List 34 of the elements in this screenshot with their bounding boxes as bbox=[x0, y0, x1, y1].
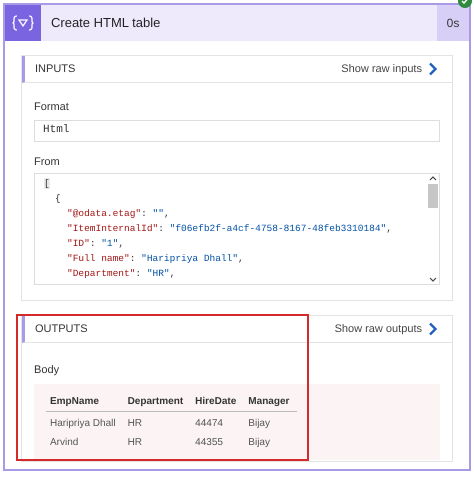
scroll-down-icon[interactable] bbox=[429, 277, 437, 282]
table-cell: 44474 bbox=[191, 411, 244, 430]
section-heading: INPUTS bbox=[35, 62, 76, 77]
code-line: "Full name": "Haripriya Dhall", bbox=[66, 252, 245, 266]
code-line: "@odata.etag": "", bbox=[66, 207, 171, 221]
column-header: Department bbox=[124, 394, 192, 411]
table-cell-text: Bijay bbox=[247, 436, 271, 450]
section-heading: OUTPUTS bbox=[35, 322, 88, 337]
format-field: Html bbox=[34, 120, 440, 142]
show-raw-link[interactable]: Show raw inputs bbox=[341, 60, 438, 78]
field-label: From bbox=[34, 154, 61, 170]
column-header: HireDate bbox=[191, 394, 244, 411]
table-cell: Bijay bbox=[244, 411, 298, 430]
field-label: Format bbox=[34, 100, 70, 115]
field-label: Body bbox=[34, 363, 60, 378]
duration: 0s bbox=[437, 5, 469, 41]
table-cell-text: HR bbox=[126, 436, 144, 450]
code-line: { bbox=[54, 192, 62, 206]
table-cell: Haripriya Dhall bbox=[46, 411, 124, 430]
table-cell-text: 44355 bbox=[194, 436, 224, 450]
table-cell: HR bbox=[124, 411, 192, 430]
show-raw-link[interactable]: Show raw outputs bbox=[334, 320, 438, 338]
column-header: EmpName bbox=[46, 394, 124, 411]
code-line: "ID": "1", bbox=[66, 237, 126, 251]
table-cell-text: Arvind bbox=[49, 436, 80, 450]
chevron-right-icon bbox=[428, 62, 438, 76]
braces-funnel-icon bbox=[12, 15, 34, 31]
code-line: "ItemInternalId": "f06efb2f-a4cf-4758-8167-48feb3310184", bbox=[66, 222, 393, 236]
column-header: Manager bbox=[244, 394, 298, 411]
action-title: Create HTML table bbox=[50, 14, 162, 32]
scrollbar-thumb[interactable] bbox=[428, 184, 438, 208]
chevron-right-icon bbox=[428, 322, 438, 336]
scroll-up-icon[interactable] bbox=[429, 176, 437, 181]
code-line: "Department": "HR", bbox=[66, 267, 176, 281]
